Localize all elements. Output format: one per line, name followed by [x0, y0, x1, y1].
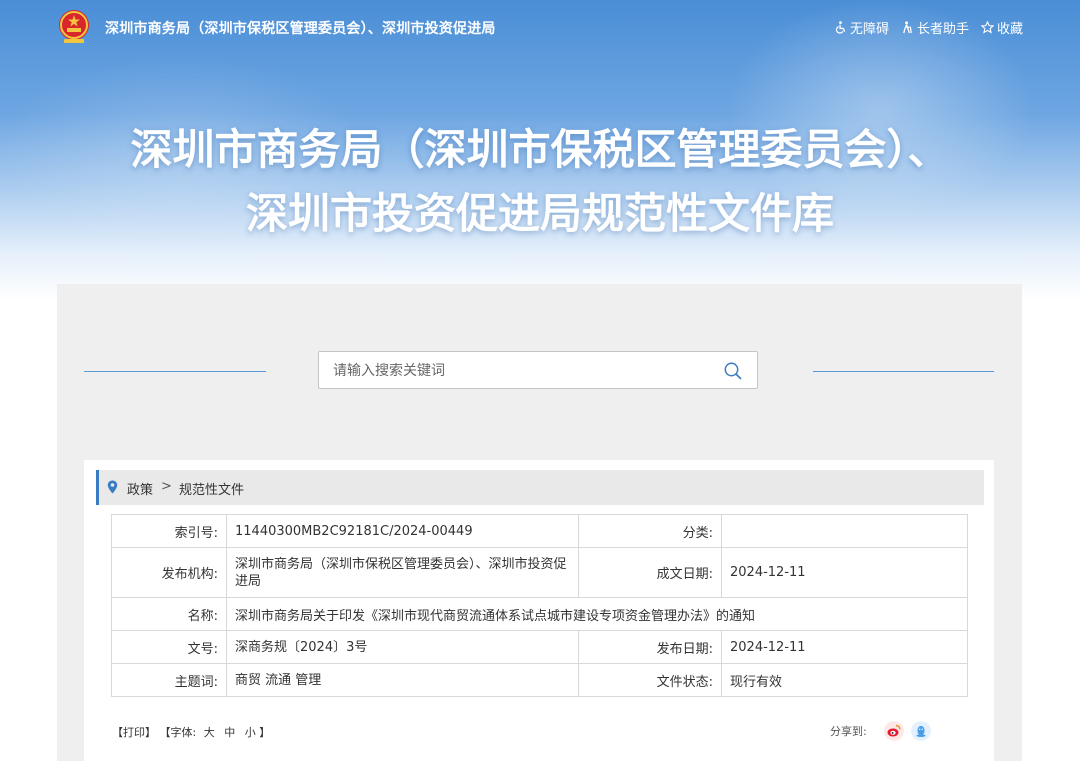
top-bar: 深圳市商务局（深圳市保税区管理委员会）、深圳市投资促进局 无障碍 长者助手 收藏 [0, 0, 1080, 56]
star-icon [980, 21, 994, 34]
favorite-label: 收藏 [996, 22, 1023, 37]
name-value: 深圳市商务局关于印发《深圳市现代商贸流通体系试点城市建设专项资金管理办法》的通知 [226, 597, 968, 631]
breadcrumb-normative-documents[interactable]: 规范性文件 [179, 479, 244, 498]
doc-number-value: 深商务规〔2024〕3号 [226, 630, 579, 664]
breadcrumb-separator: > [161, 479, 172, 494]
page-tools: 【打印】 【字体: 大 中 小 】 [112, 724, 270, 740]
weibo-icon[interactable] [884, 721, 904, 741]
status-value: 现行有效 [721, 663, 968, 697]
meta-row: 名称: 深圳市商务局关于印发《深圳市现代商贸流通体系试点城市建设专项资金管理办法… [111, 597, 968, 631]
subject-label: 主题词: [111, 663, 227, 697]
divider-right [813, 371, 994, 372]
publisher-value: 深圳市商务局（深圳市保税区管理委员会）、深圳市投资促进局 [226, 547, 579, 598]
site-name[interactable]: 深圳市商务局（深圳市保税区管理委员会）、深圳市投资促进局 [105, 18, 496, 38]
publish-date-label: 发布日期: [578, 630, 722, 664]
meta-row: 索引号: 11440300MB2C92181C/2024-00449 分类: [111, 514, 968, 548]
accessibility-button[interactable]: 无障碍 [834, 18, 889, 37]
page-title-line-2: 深圳市投资促进局规范性文件库 [245, 189, 834, 238]
font-large-button[interactable]: 大 [204, 726, 215, 739]
publish-date-value: 2024-12-11 [721, 630, 968, 664]
document-meta-table: 索引号: 11440300MB2C92181C/2024-00449 分类: 发… [111, 514, 968, 697]
share-label: 分享到: [830, 725, 867, 738]
font-medium-button[interactable]: 中 [224, 726, 235, 739]
created-date-label: 成文日期: [578, 547, 722, 598]
meta-row: 发布机构: 深圳市商务局（深圳市保税区管理委员会）、深圳市投资促进局 成文日期:… [111, 547, 968, 598]
print-button[interactable]: 【打印】 [112, 726, 156, 739]
accessibility-label: 无障碍 [849, 22, 889, 37]
divider-left [84, 371, 266, 372]
font-size-prefix: 【字体: [159, 726, 197, 739]
wheelchair-icon [835, 21, 846, 34]
category-value [721, 514, 968, 548]
created-date-value: 2024-12-11 [721, 547, 968, 598]
category-label: 分类: [578, 514, 722, 548]
subject-value: 商贸 流通 管理 [226, 663, 579, 697]
doc-number-label: 文号: [111, 630, 227, 664]
search-box [318, 351, 758, 389]
qq-icon[interactable] [911, 721, 931, 741]
page-title: 深圳市商务局（深圳市保税区管理委员会）、 深圳市投资促进局规范性文件库 [0, 118, 1080, 246]
header-tools: 无障碍 长者助手 收藏 [834, 18, 1023, 37]
search-icon[interactable] [723, 361, 743, 381]
breadcrumb: 政策 > 规范性文件 [96, 470, 984, 505]
publisher-label: 发布机构: [111, 547, 227, 598]
font-size-suffix: 】 [259, 726, 271, 739]
elder-icon [903, 21, 912, 34]
meta-row: 主题词: 商贸 流通 管理 文件状态: 现行有效 [111, 663, 968, 697]
search-input[interactable] [331, 359, 715, 383]
favorite-button[interactable]: 收藏 [980, 18, 1023, 37]
national-emblem-icon [59, 10, 89, 43]
font-small-button[interactable]: 小 [245, 726, 256, 739]
index-label: 索引号: [111, 514, 227, 548]
elder-helper-label: 长者助手 [916, 22, 969, 37]
meta-row: 文号: 深商务规〔2024〕3号 发布日期: 2024-12-11 [111, 630, 968, 664]
breadcrumb-policy[interactable]: 政策 [127, 479, 153, 498]
index-value: 11440300MB2C92181C/2024-00449 [226, 514, 579, 548]
elder-helper-button[interactable]: 长者助手 [901, 18, 969, 37]
name-label: 名称: [111, 597, 227, 631]
page-title-line-1: 深圳市商务局（深圳市保税区管理委员会）、 [130, 125, 950, 174]
status-label: 文件状态: [578, 663, 722, 697]
location-pin-icon [107, 480, 118, 494]
